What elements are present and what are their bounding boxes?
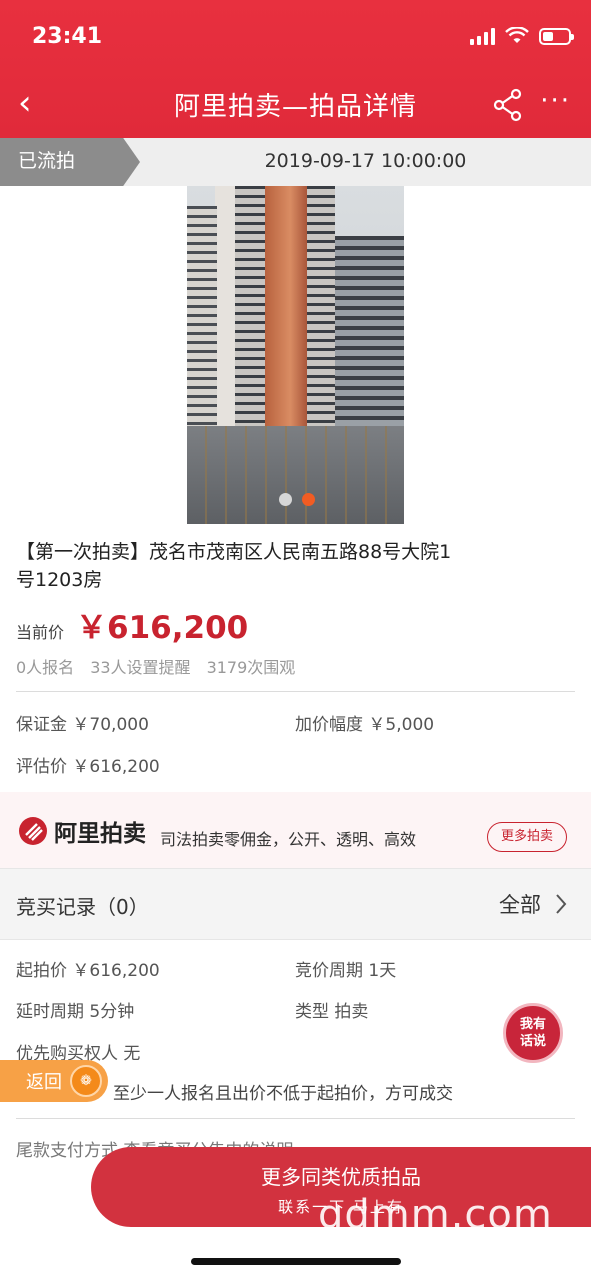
auction-datetime: 2019-09-17 10:00:00 bbox=[264, 150, 467, 172]
signal-icon bbox=[470, 27, 495, 45]
ali-auction-logo-text: 阿里拍卖 bbox=[54, 821, 146, 847]
carousel-indicator bbox=[279, 493, 315, 506]
wifi-icon bbox=[505, 27, 529, 43]
more-menu-button[interactable]: ··· bbox=[540, 86, 571, 116]
more-auctions-button[interactable]: 更多拍卖 bbox=[487, 822, 567, 852]
auction-type: 类型 拍卖 bbox=[295, 1002, 369, 1022]
current-price-label: 当前价 bbox=[16, 623, 65, 642]
current-price: ￥616,200 bbox=[76, 610, 249, 646]
divider bbox=[16, 1118, 575, 1119]
cta-title: 更多同类优质拍品 bbox=[261, 1165, 421, 1189]
promo-slogan: 司法拍卖零佣金，公开、透明、高效 bbox=[160, 830, 417, 849]
current-price-row: 当前价 ￥616,200 bbox=[16, 602, 248, 647]
divider bbox=[16, 691, 575, 692]
feedback-line-1: 我有 bbox=[519, 1017, 546, 1032]
bid-increment: 加价幅度 ￥5,000 bbox=[295, 715, 435, 735]
home-indicator[interactable] bbox=[191, 1258, 401, 1265]
bid-records-title: 竞买记录（0） bbox=[16, 895, 149, 919]
ali-auction-logo-icon bbox=[19, 817, 47, 845]
bid-records-all-link[interactable]: 全部 bbox=[499, 889, 567, 919]
status-time: 23:41 bbox=[32, 23, 103, 49]
watermark: gdmm.com bbox=[318, 1192, 553, 1238]
bidding-period: 竞价周期 1天 bbox=[295, 961, 397, 981]
feedback-line-2: 话说 bbox=[519, 1034, 546, 1049]
bid-records-header[interactable]: 竞买记录（0） 全部 bbox=[0, 868, 591, 940]
reminders-count: 33人设置提醒 bbox=[90, 658, 191, 677]
item-photo-carousel[interactable] bbox=[187, 186, 404, 524]
registrations-count: 0人报名 bbox=[16, 658, 75, 677]
deal-rule: 至少一人报名且出价不低于起拍价，方可成交 bbox=[113, 1084, 453, 1104]
chevron-right-icon bbox=[556, 894, 567, 914]
views-count: 3179次围观 bbox=[206, 658, 296, 677]
share-icon[interactable] bbox=[493, 88, 523, 122]
deposit: 保证金 ￥70,000 bbox=[16, 715, 149, 735]
feedback-button[interactable]: 我有 话说 bbox=[503, 1003, 563, 1063]
app-logo-icon: ❁ bbox=[70, 1065, 102, 1097]
ali-auction-banner: 阿里拍卖 司法拍卖零佣金，公开、透明、高效 更多拍卖 bbox=[0, 792, 591, 868]
item-title: 【第一次拍卖】茂名市茂南区人民南五路88号大院1号1203房 bbox=[16, 541, 452, 591]
return-label: 返回 bbox=[26, 1072, 62, 1093]
delay-period: 延时周期 5分钟 bbox=[16, 1002, 135, 1022]
appraisal-price: 评估价 ￥616,200 bbox=[16, 757, 160, 777]
auction-status-bar: 已流拍 2019-09-17 10:00:00 bbox=[0, 138, 591, 186]
status-bar: 23:41 bbox=[32, 20, 574, 52]
back-button[interactable]: ‹ bbox=[18, 86, 48, 120]
return-button[interactable]: 返回 ❁ bbox=[0, 1060, 108, 1102]
battery-icon bbox=[539, 27, 574, 45]
all-label: 全部 bbox=[499, 893, 541, 917]
status-icons bbox=[470, 27, 574, 45]
item-stats: 0人报名 33人设置提醒 3179次围观 bbox=[16, 654, 295, 678]
nav-bar: ‹ 阿里拍卖—拍品详情 ··· bbox=[0, 78, 591, 130]
ali-auction-logo: 阿里拍卖 bbox=[18, 814, 146, 848]
auction-status-flag: 已流拍 bbox=[0, 138, 140, 186]
start-price: 起拍价 ￥616,200 bbox=[16, 961, 160, 981]
top-header: 23:41 ‹ 阿里拍卖—拍品详情 ··· bbox=[0, 0, 591, 138]
